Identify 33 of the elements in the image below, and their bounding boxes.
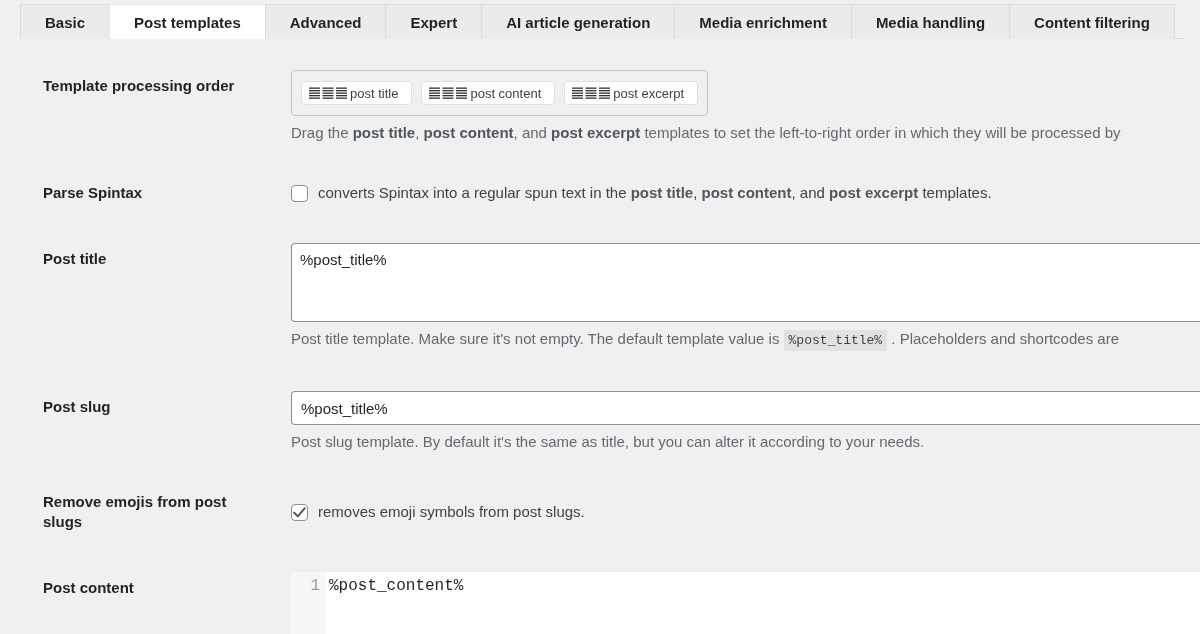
drag-handle-icon bbox=[572, 87, 611, 99]
field-label: Remove emojis from post slugs bbox=[43, 492, 228, 532]
checkbox[interactable] bbox=[291, 503, 308, 521]
drag-handle-icon bbox=[429, 87, 468, 99]
checkbox[interactable] bbox=[291, 184, 308, 202]
field-label: Parse Spintax bbox=[43, 183, 144, 203]
tab[interactable]: Post templates bbox=[109, 4, 266, 39]
field-description: Post slug template. By default it's the same as title, but you can alter it according to your needs. bbox=[291, 432, 926, 452]
field-description: Drag the post title, post content, and post excerpt templates to set the left-to-right order in which they will be processed by bbox=[291, 123, 1122, 143]
tab[interactable]: Basic bbox=[20, 4, 111, 39]
tab[interactable]: Content filtering bbox=[1009, 4, 1175, 39]
field-description: Post title template. Make sure it's not empty. The default template value is %post_title% . Placeholders and shortcodes are bbox=[291, 329, 1200, 351]
tab[interactable]: Media handling bbox=[850, 4, 1011, 39]
checkbox-label: removes emoji symbols from post slugs. bbox=[318, 502, 585, 522]
textarea-field[interactable]: %post_title% bbox=[291, 243, 1200, 322]
code-editor[interactable]: 1 %post_content% bbox=[291, 572, 1200, 634]
code-line: %post_content% bbox=[329, 576, 464, 596]
line-number: 1 bbox=[310, 576, 320, 596]
field-label: Template processing order bbox=[43, 76, 236, 96]
tab[interactable]: Expert bbox=[385, 4, 483, 39]
field-label: Post slug bbox=[43, 397, 112, 417]
tab[interactable]: Media enrichment bbox=[674, 4, 852, 39]
sortable-item[interactable]: post excerpt bbox=[564, 81, 699, 105]
tab[interactable]: AI article generation bbox=[481, 4, 676, 39]
check-icon bbox=[293, 506, 306, 518]
input-field[interactable]: %post_title% bbox=[291, 391, 1200, 425]
tab[interactable]: Advanced bbox=[264, 4, 387, 39]
field-label: Post content bbox=[43, 578, 135, 598]
field-label: Post title bbox=[43, 249, 108, 269]
sortable-item[interactable]: post title bbox=[301, 81, 413, 105]
checkbox-label: converts Spintax into a regular spun text in the post title, post content, and post excerpt templates. bbox=[318, 183, 992, 203]
sortable-item[interactable]: post content bbox=[421, 81, 556, 105]
drag-handle-icon bbox=[309, 87, 347, 99]
